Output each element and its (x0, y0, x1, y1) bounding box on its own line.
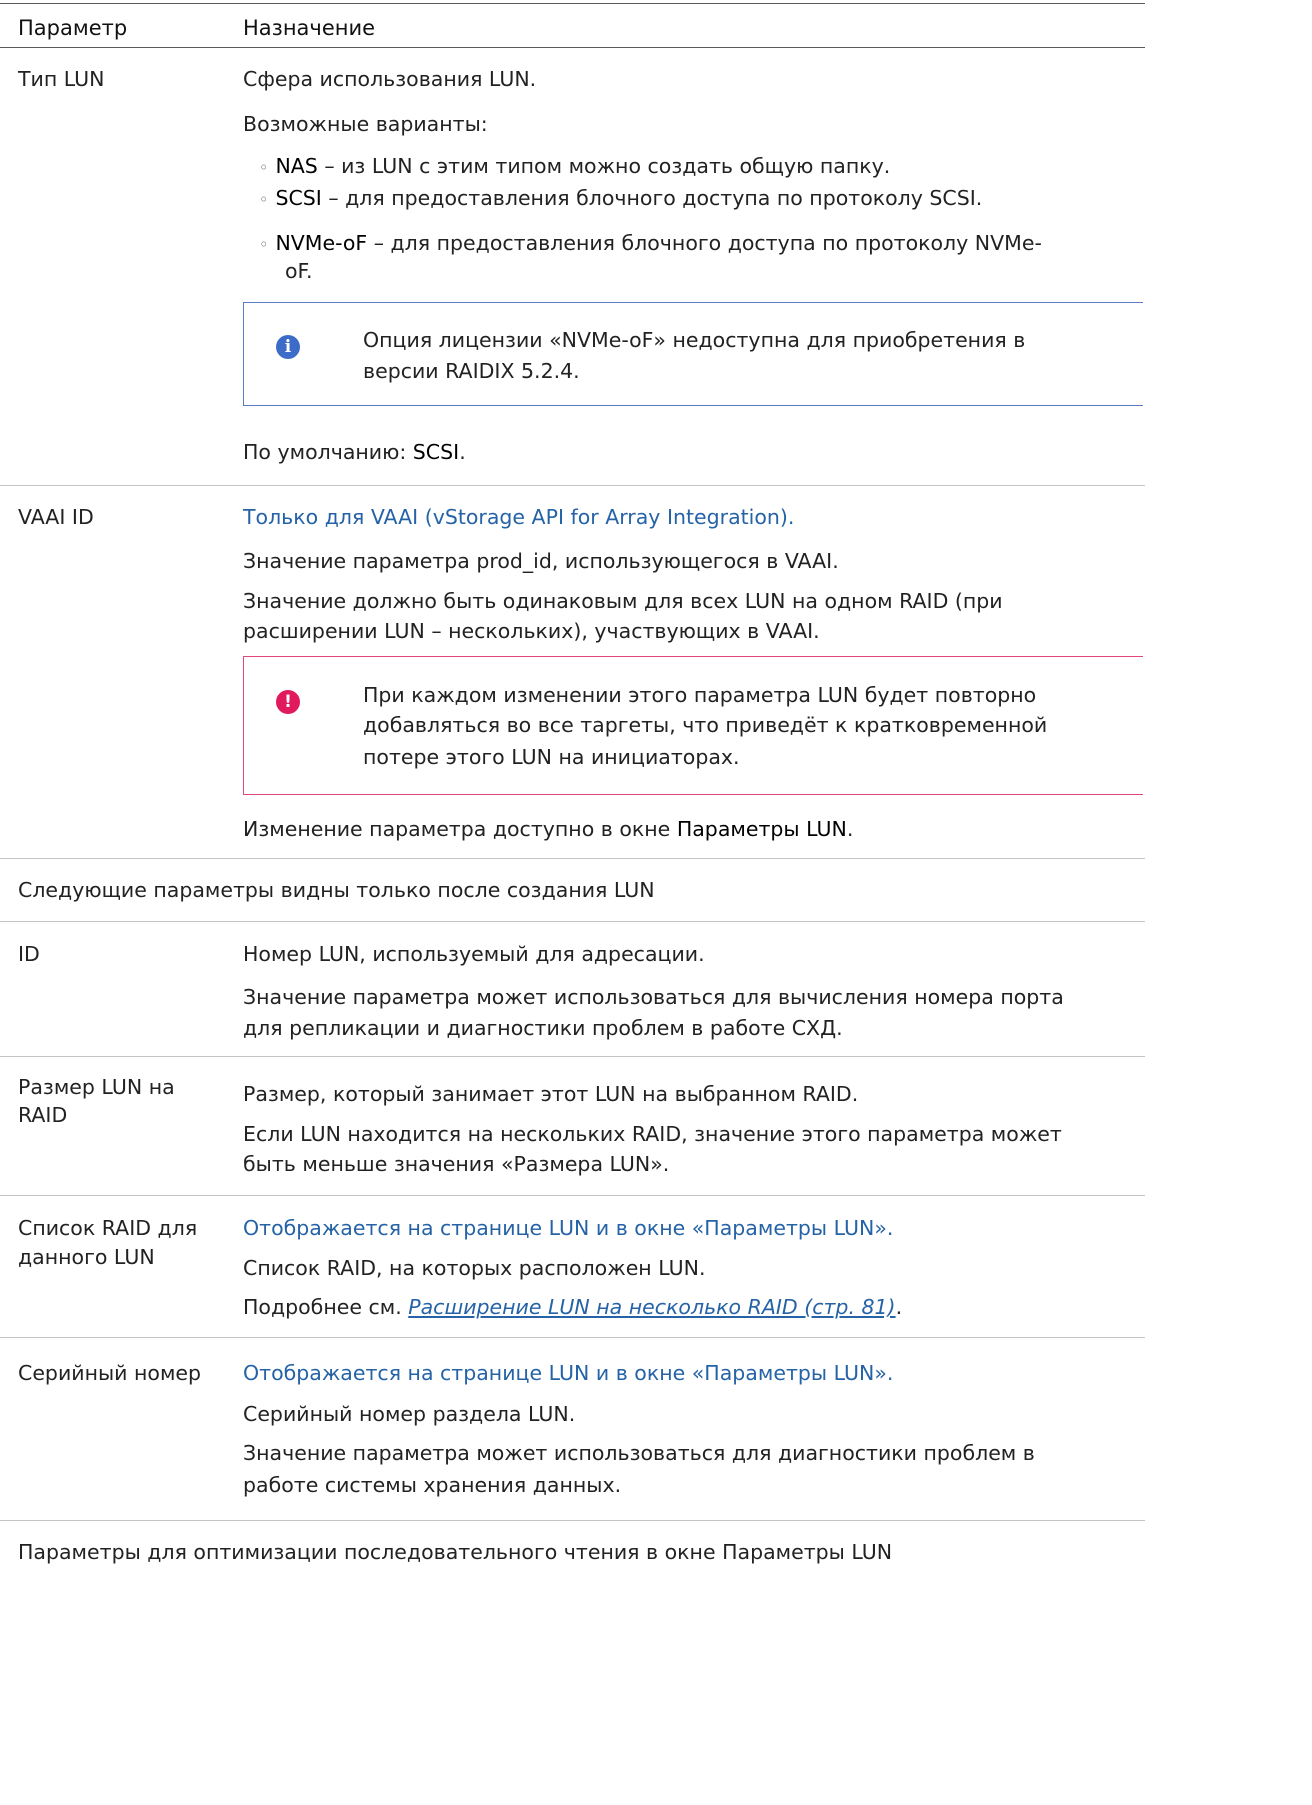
param-name-lun-type: Тип LUN (18, 67, 105, 91)
info-note-line: Опция лицензии «NVMe-oF» недоступна для … (363, 328, 1026, 352)
list-item: ◦ NAS – из LUN с этим типом можно создать… (259, 154, 891, 178)
row-divider (0, 921, 1145, 922)
serial-description: Значение параметра может использоваться … (243, 1441, 1035, 1465)
list-item: ◦ NVMe-oF – для предоставления блочного д… (259, 231, 1042, 255)
param-name-size: RAID (18, 1103, 68, 1127)
option-label-nvme: NVMe-oF (275, 231, 368, 255)
serial-location-note: Отображается на странице LUN и в окне «П… (243, 1361, 894, 1385)
vaai-description: Значение должно быть одинаковым для всех… (243, 589, 1003, 613)
id-description: для репликации и диагностики проблем в р… (243, 1016, 843, 1040)
lun-type-description: Сфера использования LUN. (243, 67, 537, 91)
row-divider (0, 1520, 1145, 1521)
info-icon: i (276, 335, 300, 359)
id-description: Номер LUN, используемый для адресации. (243, 942, 705, 966)
param-name-raid-list: данного LUN (18, 1245, 155, 1269)
lun-type-default: По умолчанию: SCSI. (243, 440, 466, 464)
option-label-scsi: SCSI (275, 186, 322, 210)
section-heading: Следующие параметры видны только после с… (18, 878, 655, 902)
warning-note-line: При каждом изменении этого параметра LUN… (363, 683, 1037, 707)
raid-list-location-note: Отображается на странице LUN и в окне «П… (243, 1216, 894, 1240)
param-name-vaai-id: VAAI ID (18, 505, 94, 529)
column-header-purpose: Назначение (243, 16, 376, 40)
row-divider (0, 1337, 1145, 1338)
warning-note: ! При каждом изменении этого параметра L… (243, 656, 1143, 795)
vaai-description: Значение параметра prod_id, использующег… (243, 549, 839, 573)
list-item-continuation: oF. (285, 259, 313, 283)
vaai-applicability-note: Только для VAAI (vStorage API for Array … (243, 505, 795, 529)
vaai-description: расширении LUN – нескольких), участвующи… (243, 619, 820, 643)
row-divider (0, 1056, 1145, 1057)
warning-note-line: потере этого LUN на инициаторах. (363, 745, 740, 769)
lun-type-options-title: Возможные варианты: (243, 112, 488, 136)
table-top-border (0, 3, 1145, 4)
serial-description: работе системы хранения данных. (243, 1473, 622, 1497)
id-description: Значение параметра может использоваться … (243, 985, 1064, 1009)
info-note: i Опция лицензии «NVMe-oF» недоступна дл… (243, 302, 1143, 406)
vaai-change-info: Изменение параметра доступно в окне Пара… (243, 817, 854, 841)
size-description: Если LUN находится на нескольких RAID, з… (243, 1122, 1062, 1146)
window-name: Параметры LUN (676, 817, 847, 841)
header-divider (0, 47, 1145, 48)
info-note-line: версии RAIDIX 5.2.4. (363, 359, 580, 383)
param-name-id: ID (18, 942, 40, 966)
size-description: быть меньше значения «Размера LUN». (243, 1152, 670, 1176)
cross-reference-link[interactable]: Расширение LUN на несколько RAID (стр. 8… (408, 1295, 895, 1319)
row-divider (0, 858, 1145, 859)
size-description: Размер, который занимает этот LUN на выб… (243, 1082, 859, 1106)
option-label-nas: NAS (275, 154, 318, 178)
column-header-param: Параметр (18, 16, 128, 40)
row-divider (0, 485, 1145, 486)
serial-description: Серийный номер раздела LUN. (243, 1402, 576, 1426)
warning-note-line: добавляться во все таргеты, что приведёт… (363, 713, 1048, 737)
raid-list-more: Подробнее см. Расширение LUN на нескольк… (243, 1295, 903, 1319)
raid-list-description: Список RAID, на которых расположен LUN. (243, 1256, 706, 1280)
param-name-serial: Серийный номер (18, 1361, 202, 1385)
default-value: SCSI (412, 440, 460, 464)
list-item: ◦ SCSI – для предоставления блочного дост… (259, 186, 983, 210)
row-divider (0, 1195, 1145, 1196)
section-heading: Параметры для оптимизации последовательн… (18, 1540, 893, 1564)
exclamation-icon: ! (276, 690, 300, 714)
